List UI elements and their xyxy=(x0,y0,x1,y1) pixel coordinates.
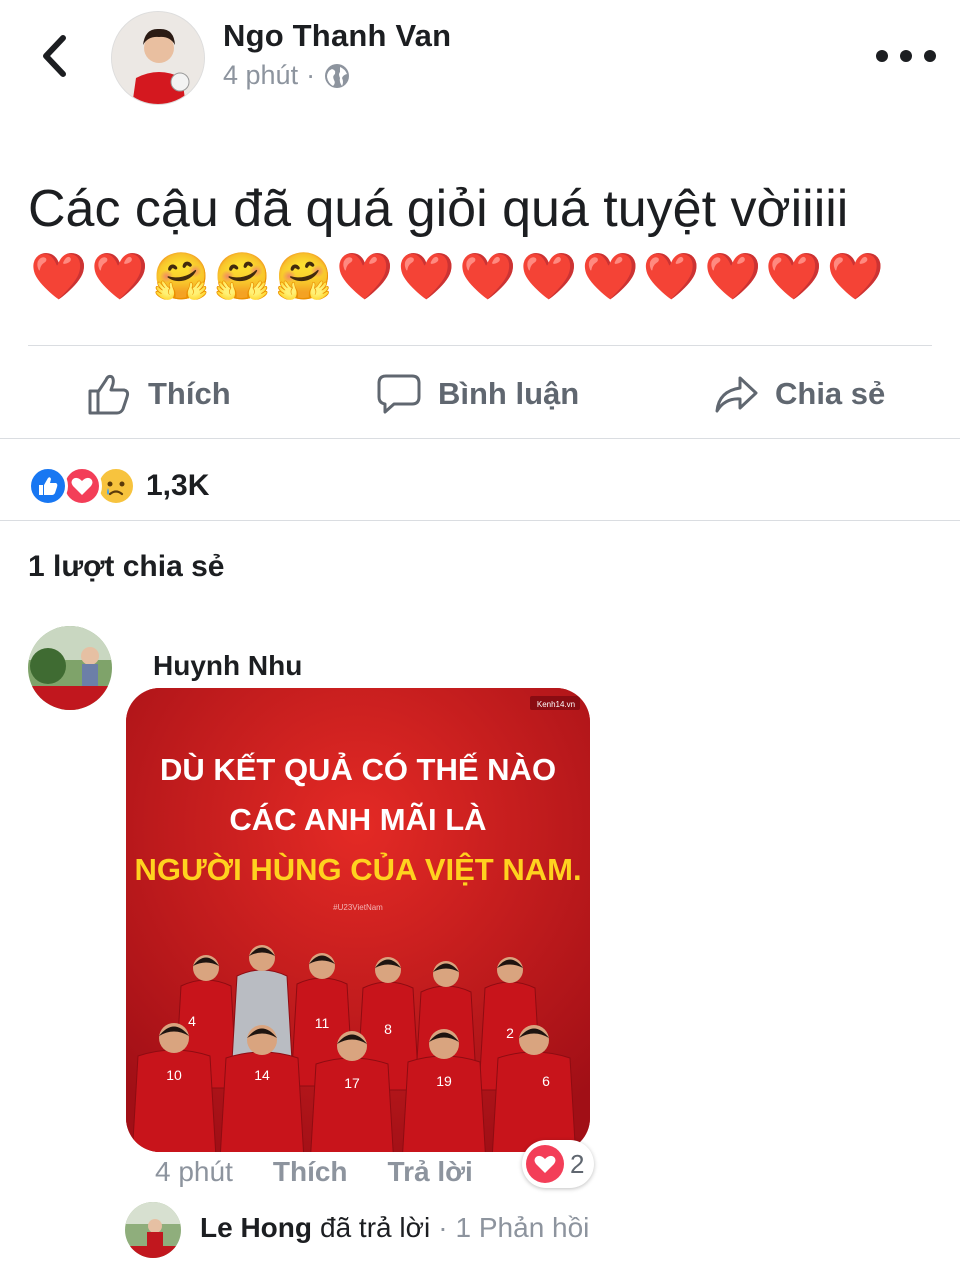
jersey-number: 17 xyxy=(344,1075,360,1091)
globe-icon xyxy=(325,63,350,88)
hugging-face-emoji: 🤗 xyxy=(152,250,210,302)
jersey-number: 4 xyxy=(188,1013,196,1029)
more-options-button[interactable] xyxy=(876,38,936,74)
post-text: Các cậu đã quá giỏi quá tuyệt vờiiiii xyxy=(28,180,849,238)
jersey-number: 6 xyxy=(542,1073,550,1089)
poster-line-2: CÁC ANH MÃI LÀ xyxy=(229,802,486,837)
thumbs-up-icon xyxy=(88,374,130,415)
player-figure xyxy=(491,1051,577,1152)
comment-button[interactable]: Bình luận xyxy=(376,362,579,426)
comment-reaction-count: 2 xyxy=(570,1148,585,1179)
jersey-number: 19 xyxy=(436,1073,452,1089)
poster-line-1: DÙ KẾT QUẢ CÓ THẾ NÀO xyxy=(160,751,556,787)
divider xyxy=(0,438,960,439)
comment-reply-button[interactable]: Trả lời xyxy=(388,1156,473,1188)
love-reaction-icon xyxy=(62,466,102,506)
share-label: Chia sẻ xyxy=(775,376,886,411)
love-reaction-icon xyxy=(526,1145,564,1183)
dot-icon xyxy=(900,50,912,62)
reaction-count: 1,3K xyxy=(146,469,210,502)
jersey-number: 11 xyxy=(315,1015,330,1031)
comment-bubble-icon xyxy=(377,374,421,414)
player-figure xyxy=(310,1057,394,1152)
heart-emoji: ❤️ xyxy=(581,250,639,302)
watermark-text: Kenh14.vn xyxy=(537,700,575,709)
meta-separator: · xyxy=(306,60,316,90)
like-label: Thích xyxy=(148,376,231,411)
player-figure xyxy=(131,1049,217,1152)
hugging-face-emoji: 🤗 xyxy=(213,250,272,302)
reply-summary[interactable]: Le Hong đã trả lời · 1 Phản hồi xyxy=(200,1212,589,1244)
poster-hashtag: #U23VietNam xyxy=(333,903,383,912)
dot-icon xyxy=(876,50,888,62)
heart-emoji: ❤️ xyxy=(91,250,149,302)
dot-icon xyxy=(924,50,936,62)
heart-emoji: ❤️ xyxy=(336,250,394,302)
post-time: 4 phút xyxy=(223,60,299,90)
heart-emoji: ❤️ xyxy=(458,250,517,302)
poster-line-3: NGƯỜI HÙNG CỦA VIỆT NAM. xyxy=(134,851,581,887)
heart-emoji: ❤️ xyxy=(826,250,884,302)
replier-avatar[interactable] xyxy=(125,1202,181,1258)
heart-emoji: ❤️ xyxy=(642,250,701,302)
comment-like-button[interactable]: Thích xyxy=(273,1156,348,1188)
commenter-avatar[interactable] xyxy=(28,626,112,710)
comment-reaction-badge[interactable]: 2 xyxy=(522,1140,595,1188)
jersey-number: 8 xyxy=(384,1021,392,1037)
divider xyxy=(28,345,932,346)
replier-name: Le Hong xyxy=(200,1212,312,1243)
chevron-left-icon xyxy=(43,35,66,77)
share-button[interactable]: Chia sẻ xyxy=(713,362,885,426)
reply-separator: · xyxy=(438,1212,448,1243)
comment-image[interactable]: Kenh14.vn DÙ KẾT QUẢ CÓ THẾ NÀO CÁC ANH … xyxy=(126,688,590,1152)
comment-label: Bình luận xyxy=(438,376,580,411)
post-emoji-row: ❤️ ❤️ 🤗 🤗 🤗 ❤️ ❤️ ❤️ ❤️ ❤️ ❤️ ❤️ ❤️ ❤️ xyxy=(30,248,884,304)
jersey-number: 2 xyxy=(506,1025,514,1041)
post-author-name[interactable]: Ngo Thanh Van xyxy=(223,18,451,54)
heart-emoji: ❤️ xyxy=(520,250,578,302)
sad-reaction-icon xyxy=(96,466,136,506)
jersey-number: 10 xyxy=(166,1067,182,1083)
like-reaction-icon xyxy=(28,466,68,506)
comment-actions: 4 phút Thích Trả lời xyxy=(155,1156,473,1188)
divider xyxy=(0,520,960,521)
player-figure xyxy=(402,1055,486,1152)
heart-emoji: ❤️ xyxy=(704,250,762,302)
hugging-face-emoji: 🤗 xyxy=(275,250,333,302)
share-arrow-icon xyxy=(715,376,758,413)
shares-count[interactable]: 1 lượt chia sẻ xyxy=(28,550,224,584)
heart-emoji: ❤️ xyxy=(765,250,823,302)
post-meta: 4 phút · xyxy=(223,60,351,91)
back-button[interactable] xyxy=(34,30,74,82)
heart-emoji: ❤️ xyxy=(397,250,455,302)
reply-count-text: 1 Phản hồi xyxy=(455,1212,590,1243)
comment-time: 4 phút xyxy=(155,1156,233,1187)
reactions-summary[interactable]: 1,3K xyxy=(28,466,209,506)
reply-action-text: đã trả lời xyxy=(320,1212,431,1243)
like-button[interactable]: Thích xyxy=(86,362,231,426)
heart-emoji: ❤️ xyxy=(30,250,88,302)
author-avatar[interactable] xyxy=(111,11,205,105)
commenter-name[interactable]: Huynh Nhu xyxy=(153,650,302,682)
jersey-number: 14 xyxy=(254,1067,270,1083)
